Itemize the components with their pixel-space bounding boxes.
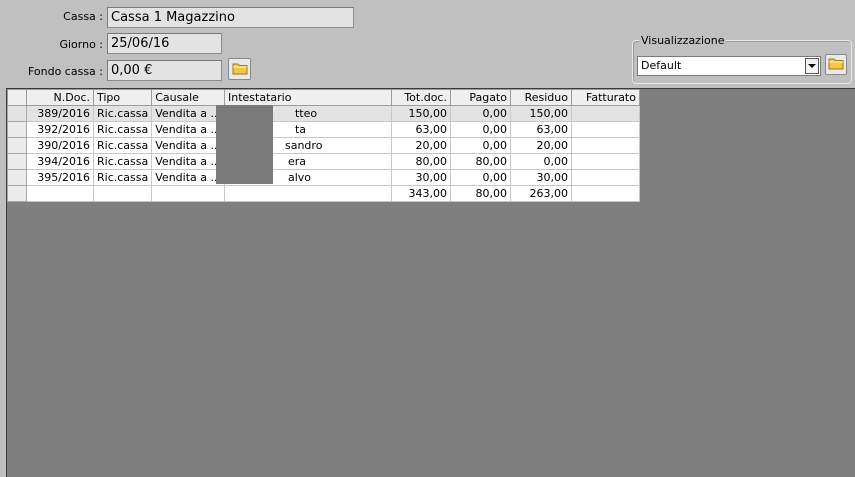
cell[interactable]: 0,00 (449, 105, 511, 122)
cassa-field[interactable]: Cassa 1 Magazzino (107, 7, 354, 28)
cell[interactable]: 63,00 (509, 121, 572, 138)
total-cell: 263,00 (509, 185, 572, 202)
totals-row: 343,00 80,00 263,00 (7, 185, 640, 202)
folder-icon (232, 61, 248, 78)
cell[interactable]: Ric.cassa (92, 105, 153, 122)
view-folder-button[interactable] (825, 54, 847, 75)
cell[interactable] (570, 121, 640, 138)
chevron-down-icon[interactable] (805, 58, 819, 74)
total-cell (570, 185, 640, 202)
cell[interactable]: 80,00 (449, 153, 511, 170)
total-cell: 343,00 (390, 185, 451, 202)
cell[interactable] (570, 137, 640, 154)
cell[interactable]: 392/2016 (26, 121, 94, 138)
column-header[interactable]: N.Doc. (26, 89, 94, 106)
fondo-cassa-field[interactable]: 0,00 € (107, 60, 222, 81)
cell[interactable]: Vendita a ... (151, 137, 225, 154)
cell[interactable]: 30,00 (390, 169, 451, 186)
cell[interactable] (570, 105, 640, 122)
column-header[interactable]: Causale (151, 89, 225, 106)
fondo-cassa-label: Fondo cassa : (27, 65, 103, 78)
cell[interactable] (570, 169, 640, 186)
header-indicator (7, 89, 27, 106)
column-header[interactable]: Tot.doc. (390, 89, 451, 106)
view-group-title: Visualizzazione (639, 34, 727, 47)
table-header-row: N.Doc. Tipo Causale Intestatario Tot.doc… (7, 89, 640, 106)
total-cell (92, 185, 153, 202)
cell[interactable]: 0,00 (449, 137, 511, 154)
folder-icon (828, 56, 844, 73)
row-indicator[interactable] (7, 137, 27, 154)
row-indicator[interactable] (7, 153, 27, 170)
cell[interactable] (570, 153, 640, 170)
cell[interactable]: 390/2016 (26, 137, 94, 154)
cell[interactable]: Ric.cassa (92, 153, 153, 170)
cassa-label: Cassa : (63, 10, 103, 23)
cell[interactable]: 150,00 (390, 105, 451, 122)
row-indicator (7, 185, 27, 202)
column-header[interactable]: Residuo (509, 89, 572, 106)
view-select-value: Default (641, 59, 682, 72)
column-header[interactable]: Tipo (92, 89, 153, 106)
cell[interactable]: 395/2016 (26, 169, 94, 186)
row-indicator[interactable] (7, 169, 27, 186)
cell[interactable]: 0,00 (509, 153, 572, 170)
column-header[interactable]: Fatturato (570, 89, 640, 106)
giorno-field[interactable]: 25/06/16 (107, 33, 222, 54)
cell[interactable]: 30,00 (509, 169, 572, 186)
total-cell (223, 185, 392, 202)
cell[interactable]: 80,00 (390, 153, 451, 170)
cell[interactable]: Vendita a ... (151, 105, 225, 122)
cell[interactable]: 394/2016 (26, 153, 94, 170)
cell[interactable]: Vendita a ... (151, 169, 225, 186)
view-select[interactable]: Default (637, 56, 821, 76)
cell[interactable]: 389/2016 (26, 105, 94, 122)
documents-grid-area: N.Doc. Tipo Causale Intestatario Tot.doc… (6, 88, 855, 477)
cell[interactable]: 150,00 (509, 105, 572, 122)
cell[interactable]: 0,00 (449, 121, 511, 138)
giorno-label: Giorno : (59, 38, 103, 51)
total-cell (26, 185, 94, 202)
row-indicator[interactable] (7, 105, 27, 122)
table-row[interactable]: 389/2016 Ric.cassa Vendita a ... tteo 15… (7, 105, 640, 122)
cell[interactable]: 0,00 (449, 169, 511, 186)
column-header[interactable]: Pagato (449, 89, 511, 106)
table-row[interactable]: 392/2016 Ric.cassa Vendita a ... ta 63,0… (7, 121, 640, 138)
redaction-block (216, 105, 273, 184)
total-cell (151, 185, 225, 202)
table-row[interactable]: 390/2016 Ric.cassa Vendita a ... sandro … (7, 137, 640, 154)
row-indicator[interactable] (7, 121, 27, 138)
cell[interactable]: Ric.cassa (92, 169, 153, 186)
total-cell: 80,00 (449, 185, 511, 202)
cell[interactable]: 63,00 (390, 121, 451, 138)
cell[interactable]: Vendita a ... (151, 121, 225, 138)
table-row[interactable]: 394/2016 Ric.cassa Vendita a ... era 80,… (7, 153, 640, 170)
cell[interactable]: Ric.cassa (92, 137, 153, 154)
cell[interactable]: Ric.cassa (92, 121, 153, 138)
table-row[interactable]: 395/2016 Ric.cassa Vendita a ... alvo 30… (7, 169, 640, 186)
column-header[interactable]: Intestatario (223, 89, 392, 106)
cell[interactable]: 20,00 (509, 137, 572, 154)
fondo-folder-button[interactable] (228, 58, 251, 80)
cell[interactable]: Vendita a ... (151, 153, 225, 170)
cell[interactable]: 20,00 (390, 137, 451, 154)
documents-table: N.Doc. Tipo Causale Intestatario Tot.doc… (7, 89, 640, 202)
